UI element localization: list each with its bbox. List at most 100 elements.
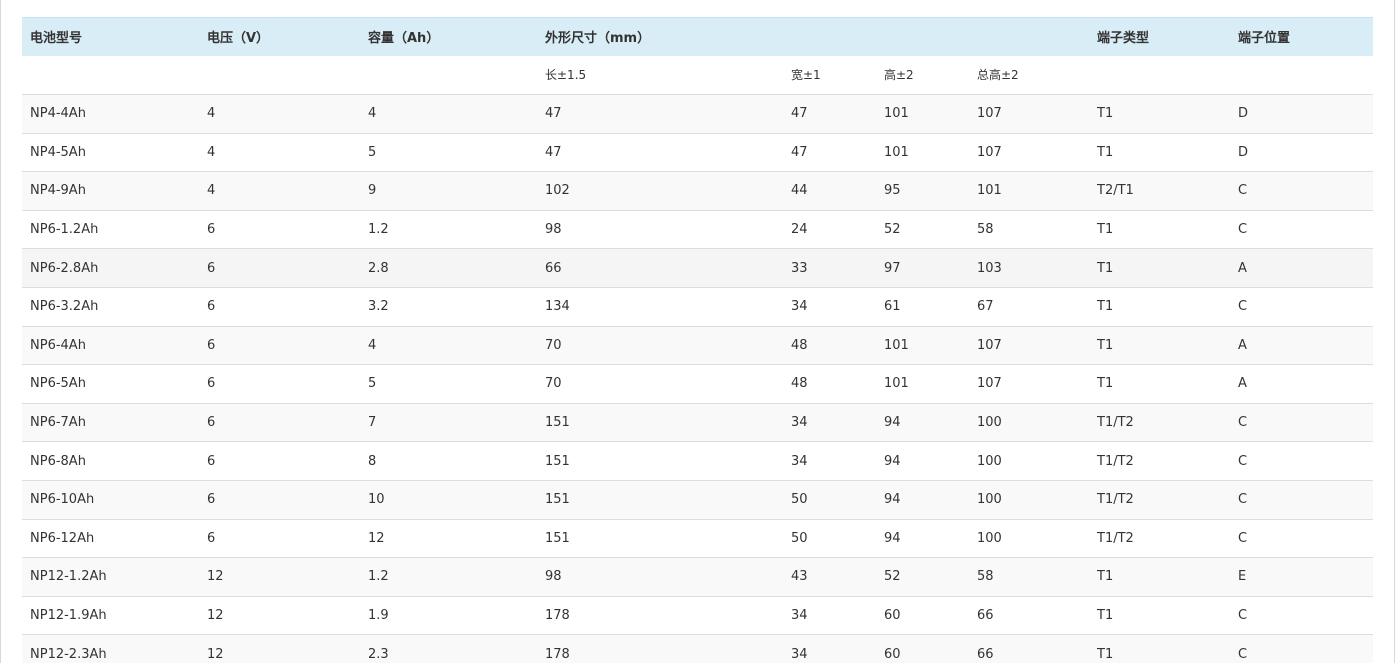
cell-terminal-position: E xyxy=(1238,569,1247,585)
cell-voltage: 6 xyxy=(207,453,216,469)
cell-model: NP6-5Ah xyxy=(30,376,86,392)
cell-width: 34 xyxy=(791,646,808,662)
cell-voltage: 12 xyxy=(207,608,224,624)
cell-terminal-type: T1 xyxy=(1097,222,1114,238)
cell-width: 48 xyxy=(791,337,808,353)
cell-model: NP6-8Ah xyxy=(30,453,86,469)
subheader-width: 宽±1 xyxy=(783,55,876,95)
cell-length: 102 xyxy=(545,183,570,199)
cell-voltage: 6 xyxy=(207,492,216,508)
cell-total-height: 100 xyxy=(977,492,1002,508)
page: 电池型号 电压（V） 容量（Ah） 外形尺寸（mm） 端子类型 端子位置 长±1… xyxy=(0,0,1395,663)
cell-model: NP6-12Ah xyxy=(30,530,95,546)
cell-terminal-position: C xyxy=(1238,183,1248,199)
cell-width: 50 xyxy=(791,492,808,508)
cell-width: 47 xyxy=(791,144,808,160)
table-row: NP6-1.2Ah 6 1.2 98 24 52 58 T1 C xyxy=(22,210,1373,249)
cell-voltage: 6 xyxy=(207,376,216,392)
cell-model: NP12-2.3Ah xyxy=(30,646,107,662)
table-row: NP6-7Ah 6 7 151 34 94 100 T1/T2 C xyxy=(22,403,1373,442)
header-empty xyxy=(876,17,969,56)
cell-model: NP6-10Ah xyxy=(30,492,95,508)
cell-model: NP12-1.2Ah xyxy=(30,569,107,585)
cell-model: NP12-1.9Ah xyxy=(30,608,107,624)
cell-height: 101 xyxy=(884,376,909,392)
cell-voltage: 6 xyxy=(207,222,216,238)
cell-model: NP4-4Ah xyxy=(30,106,86,122)
cell-terminal-position: C xyxy=(1238,646,1248,662)
cell-height: 61 xyxy=(884,299,901,315)
cell-model: NP4-5Ah xyxy=(30,144,86,160)
cell-height: 94 xyxy=(884,415,901,431)
cell-total-height: 66 xyxy=(977,646,994,662)
cell-terminal-type: T1/T2 xyxy=(1097,415,1134,431)
cell-terminal-position: C xyxy=(1238,415,1248,431)
table-row: NP12-1.9Ah 12 1.9 178 34 60 66 T1 C xyxy=(22,596,1373,635)
header-voltage: 电压（V） xyxy=(199,17,360,56)
cell-capacity: 4 xyxy=(368,106,377,122)
cell-height: 94 xyxy=(884,453,901,469)
cell-width: 34 xyxy=(791,453,808,469)
cell-capacity: 5 xyxy=(368,376,377,392)
subheader-empty xyxy=(360,55,537,95)
cell-length: 151 xyxy=(545,415,570,431)
cell-width: 43 xyxy=(791,569,808,585)
cell-height: 97 xyxy=(884,260,901,276)
cell-model: NP6-2.8Ah xyxy=(30,260,99,276)
cell-terminal-position: C xyxy=(1238,608,1248,624)
subheader-length: 长±1.5 xyxy=(537,55,783,95)
cell-voltage: 6 xyxy=(207,260,216,276)
subheader-empty xyxy=(22,55,199,95)
cell-height: 101 xyxy=(884,144,909,160)
table-row: NP4-5Ah 4 5 47 47 101 107 T1 D xyxy=(22,133,1373,172)
table-row: NP12-2.3Ah 12 2.3 178 34 60 66 T1 C xyxy=(22,634,1373,663)
table-row: NP6-12Ah 6 12 151 50 94 100 T1/T2 C xyxy=(22,519,1373,558)
cell-length: 178 xyxy=(545,646,570,662)
cell-terminal-type: T1 xyxy=(1097,569,1114,585)
cell-capacity: 12 xyxy=(368,530,385,546)
cell-voltage: 4 xyxy=(207,106,216,122)
header-model: 电池型号 xyxy=(22,17,199,56)
cell-height: 52 xyxy=(884,569,901,585)
cell-voltage: 6 xyxy=(207,337,216,353)
table-subheader-row: 长±1.5 宽±1 高±2 总高±2 xyxy=(22,55,1373,95)
cell-total-height: 107 xyxy=(977,376,1002,392)
header-terminal-position: 端子位置 xyxy=(1230,17,1373,56)
cell-voltage: 12 xyxy=(207,646,224,662)
cell-width: 34 xyxy=(791,415,808,431)
cell-height: 95 xyxy=(884,183,901,199)
cell-terminal-type: T1 xyxy=(1097,646,1114,662)
battery-spec-table: 电池型号 电压（V） 容量（Ah） 外形尺寸（mm） 端子类型 端子位置 长±1… xyxy=(22,17,1373,663)
subheader-height: 高±2 xyxy=(876,55,969,95)
subheader-total-height: 总高±2 xyxy=(969,55,1089,95)
cell-height: 52 xyxy=(884,222,901,238)
cell-total-height: 58 xyxy=(977,569,994,585)
cell-terminal-type: T1 xyxy=(1097,106,1114,122)
cell-width: 47 xyxy=(791,106,808,122)
table-row: NP6-2.8Ah 6 2.8 66 33 97 103 T1 A xyxy=(22,248,1373,288)
cell-height: 60 xyxy=(884,646,901,662)
cell-width: 24 xyxy=(791,222,808,238)
cell-terminal-position: C xyxy=(1238,453,1248,469)
cell-capacity: 9 xyxy=(368,183,377,199)
cell-terminal-type: T1 xyxy=(1097,260,1114,276)
cell-length: 66 xyxy=(545,260,562,276)
cell-capacity: 1.2 xyxy=(368,222,389,238)
cell-total-height: 101 xyxy=(977,183,1002,199)
header-dimensions: 外形尺寸（mm） xyxy=(537,17,783,56)
cell-terminal-type: T1/T2 xyxy=(1097,453,1134,469)
header-terminal-type: 端子类型 xyxy=(1089,17,1230,56)
cell-length: 47 xyxy=(545,144,562,160)
cell-model: NP6-7Ah xyxy=(30,415,86,431)
cell-terminal-type: T1 xyxy=(1097,376,1114,392)
cell-total-height: 107 xyxy=(977,106,1002,122)
table-row: NP4-4Ah 4 4 47 47 101 107 T1 D xyxy=(22,94,1373,134)
cell-terminal-type: T2/T1 xyxy=(1097,183,1134,199)
cell-terminal-position: C xyxy=(1238,492,1248,508)
cell-width: 33 xyxy=(791,260,808,276)
table-row: NP12-1.2Ah 12 1.2 98 43 52 58 T1 E xyxy=(22,557,1373,597)
cell-length: 70 xyxy=(545,337,562,353)
cell-capacity: 1.9 xyxy=(368,608,389,624)
cell-capacity: 4 xyxy=(368,337,377,353)
cell-length: 134 xyxy=(545,299,570,315)
